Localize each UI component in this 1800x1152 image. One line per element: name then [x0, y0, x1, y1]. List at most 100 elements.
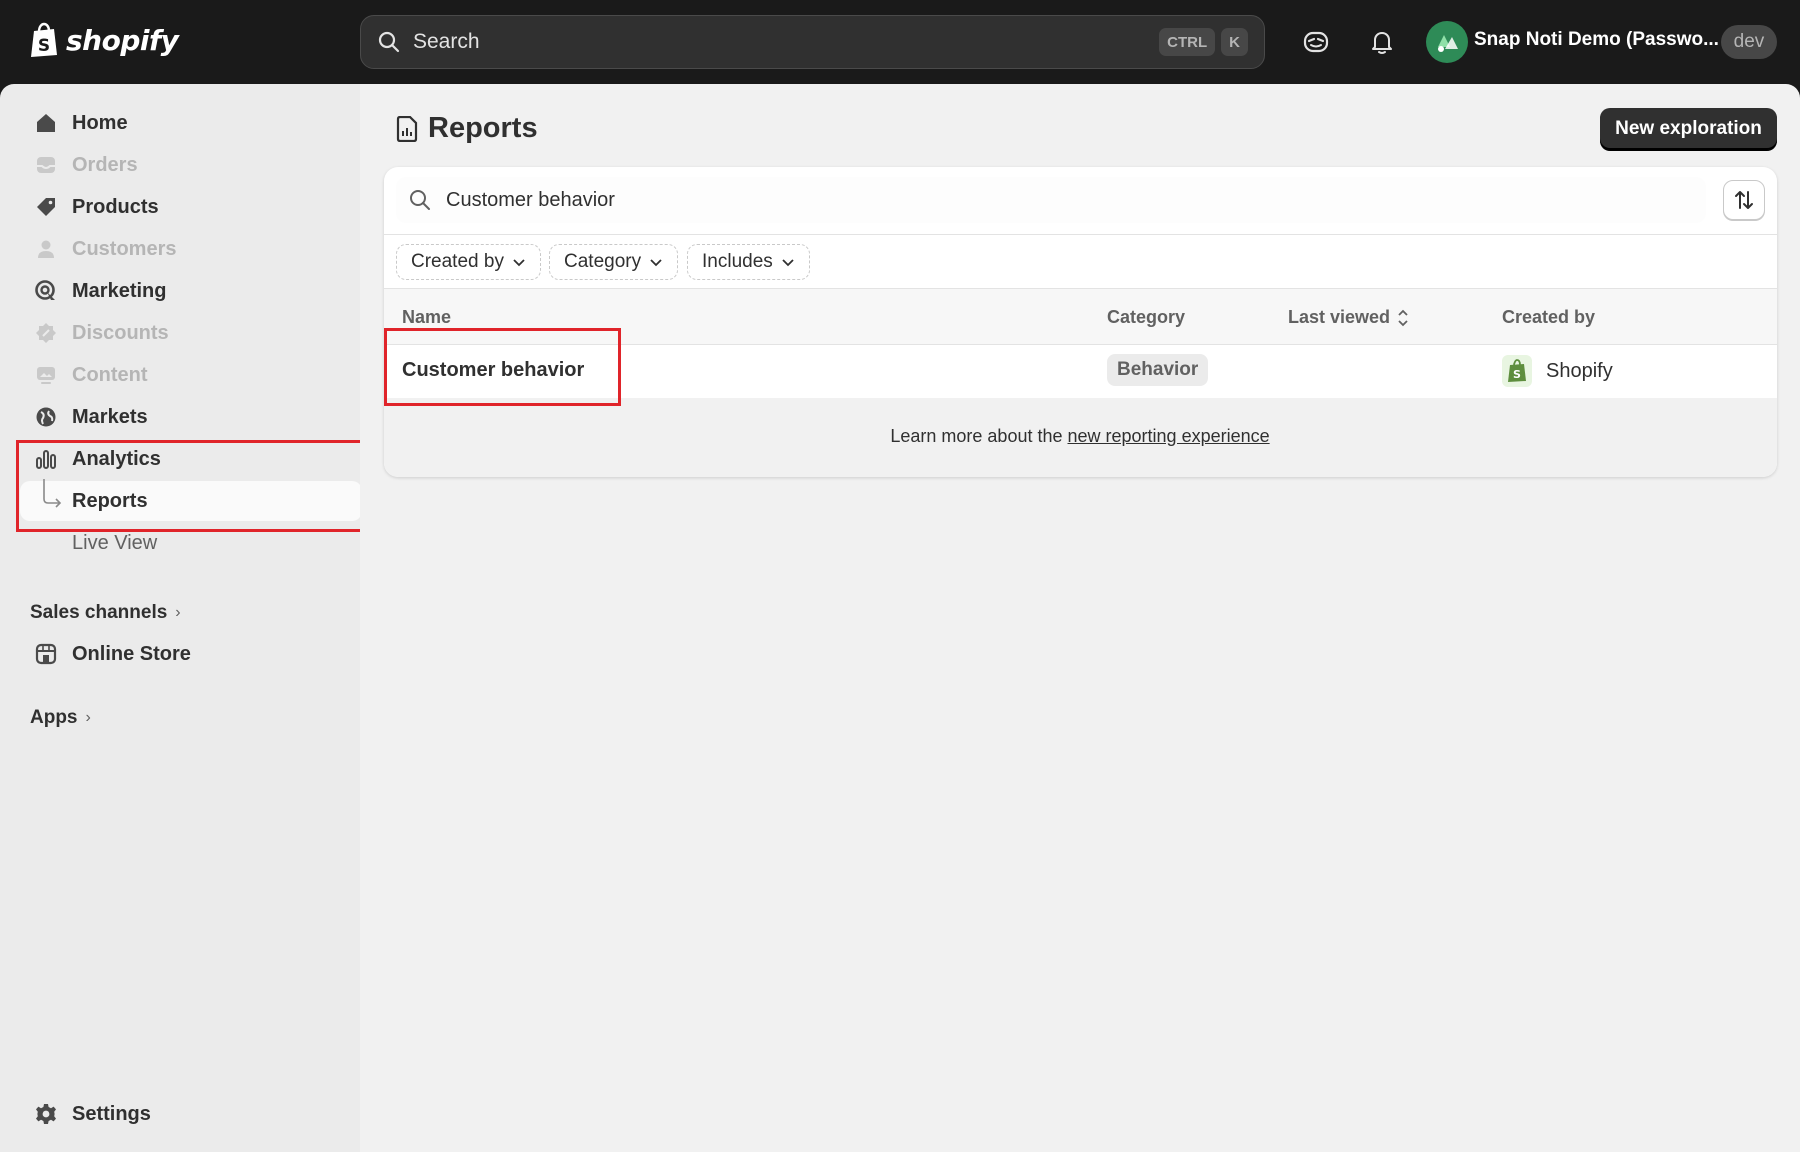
image-icon: [37, 367, 55, 384]
sidebar-item-analytics[interactable]: Analytics: [20, 439, 362, 479]
sidebar-item-label: Discounts: [72, 321, 169, 344]
inbox-icon: [37, 157, 55, 173]
reports-search-input[interactable]: Customer behavior: [396, 177, 1706, 223]
globe-icon: [36, 407, 56, 427]
column-header-label: Category: [1107, 307, 1186, 327]
report-name-link[interactable]: Customer behavior: [402, 359, 584, 382]
category-badge: Behavior: [1107, 354, 1209, 386]
chevron-right-icon: ›: [175, 604, 181, 621]
sidebar-item-label: Products: [72, 195, 159, 218]
sidebar-item-label: Analytics: [72, 447, 161, 470]
sidebar-nav: Home Orders Products Customers Marketing: [0, 84, 362, 1152]
learn-more-prefix: Learn more about the: [890, 426, 1068, 446]
sidebar-item-label: Customers: [72, 237, 177, 260]
report-icon: [396, 115, 418, 142]
person-icon: [38, 240, 54, 258]
column-header-last-viewed[interactable]: Last viewed: [1288, 307, 1410, 328]
tag-icon: [37, 198, 55, 216]
target-icon: [35, 280, 55, 300]
store-avatar-icon[interactable]: [1426, 21, 1468, 63]
store-name[interactable]: Snap Noti Demo (Passwo...: [1474, 29, 1719, 51]
sidebar-item-home[interactable]: Home: [20, 103, 362, 143]
tree-branch-icon: [43, 479, 62, 508]
sidebar-item-markets[interactable]: Markets: [20, 397, 362, 437]
global-search-bar[interactable]: Search CTRL K: [360, 15, 1265, 69]
new-reporting-experience-link[interactable]: new reporting experience: [1068, 426, 1270, 446]
gear-icon: [36, 1104, 56, 1124]
bar-chart-icon: [36, 450, 56, 469]
sidebar-subitem-label: Reports: [72, 489, 148, 512]
chevron-down-icon: [782, 259, 794, 267]
sidebar-subitem-live-view[interactable]: Live View: [20, 523, 362, 563]
filter-created-by[interactable]: Created by: [396, 244, 541, 280]
sort-icon: [1735, 191, 1753, 209]
apps-heading[interactable]: Apps ›: [30, 707, 91, 729]
sales-channels-label: Sales channels: [30, 602, 168, 623]
column-header-name[interactable]: Name: [402, 307, 451, 328]
search-placeholder: Search: [413, 30, 480, 53]
chevron-down-icon: [650, 259, 662, 267]
sidebar-item-label: Online Store: [72, 642, 191, 665]
sort-button[interactable]: [1723, 180, 1765, 220]
top-bar: S shopify Search CTRL K Snap Noti Demo (…: [0, 0, 1800, 84]
chevron-down-icon: [513, 259, 525, 267]
sidebar-item-label: Marketing: [72, 279, 167, 302]
shortcut-key-k: K: [1221, 28, 1248, 56]
bell-icon[interactable]: [1368, 28, 1396, 56]
sidebar-item-discounts[interactable]: Discounts: [20, 313, 362, 353]
discount-icon: [36, 323, 56, 343]
logo-text: shopify: [66, 23, 179, 57]
sidekick-icon[interactable]: [1302, 28, 1330, 56]
home-icon: [37, 114, 55, 132]
new-exploration-button[interactable]: New exploration: [1600, 108, 1777, 150]
creator-name: Shopify: [1546, 359, 1613, 382]
sales-channels-heading[interactable]: Sales channels ›: [30, 602, 181, 624]
shopify-bag-icon: S: [31, 22, 57, 57]
sidebar-item-orders[interactable]: Orders: [20, 145, 362, 185]
column-header-created-by[interactable]: Created by: [1502, 307, 1595, 328]
sidebar-item-products[interactable]: Products: [20, 187, 362, 227]
shopify-bag-icon: S: [1502, 355, 1532, 387]
column-header-label: Last viewed: [1288, 307, 1391, 327]
created-by-cell: S Shopify: [1502, 355, 1613, 387]
sidebar-item-label: Content: [72, 363, 148, 386]
column-header-label: Created by: [1502, 307, 1596, 327]
main-content: Reports New exploration Customer behavio…: [360, 84, 1800, 1152]
column-header-category[interactable]: Category: [1107, 307, 1185, 328]
sidebar-item-content[interactable]: Content: [20, 355, 362, 395]
sidebar-item-settings[interactable]: Settings: [20, 1094, 362, 1134]
reports-search-row: Customer behavior: [384, 167, 1777, 235]
sidebar-item-label: Home: [72, 111, 128, 134]
svg-text:S: S: [38, 36, 50, 56]
store-avatar-graphic: [1438, 35, 1458, 52]
sidebar-item-marketing[interactable]: Marketing: [20, 271, 362, 311]
sidebar-item-label: Orders: [72, 153, 138, 176]
table-header: Name Category Last viewed Created by: [384, 289, 1777, 345]
sidebar-item-label: Settings: [72, 1102, 151, 1125]
shopify-logo[interactable]: S shopify: [28, 22, 179, 58]
env-badge: dev: [1721, 25, 1777, 59]
column-header-label: Name: [402, 307, 452, 327]
filter-includes[interactable]: Includes: [687, 244, 810, 280]
filter-bar: Created by Category Includes: [384, 235, 1777, 289]
table-row[interactable]: Customer behavior Behavior S Shopify: [384, 345, 1777, 398]
storefront-icon: [35, 643, 57, 665]
sidebar-item-customers[interactable]: Customers: [20, 229, 362, 269]
apps-label: Apps: [30, 707, 78, 728]
filter-label: Created by: [411, 251, 504, 272]
search-icon: [378, 31, 400, 53]
search-icon: [410, 190, 430, 210]
learn-more-text: Learn more about the new reporting exper…: [360, 426, 1800, 447]
sort-toggle-icon: [1398, 309, 1408, 326]
search-input-value: Customer behavior: [446, 188, 615, 211]
filter-label: Includes: [702, 251, 773, 272]
sidebar-subitem-label: Live View: [72, 531, 158, 554]
filter-category[interactable]: Category: [549, 244, 679, 280]
svg-text:S: S: [1513, 368, 1521, 381]
sidebar-item-online-store[interactable]: Online Store: [20, 634, 362, 674]
filter-label: Category: [564, 251, 642, 272]
page-title-text: Reports: [428, 112, 538, 144]
sidebar-item-label: Markets: [72, 405, 148, 428]
shortcut-key-ctrl: CTRL: [1159, 28, 1216, 56]
sidebar-subitem-reports[interactable]: Reports: [20, 479, 362, 521]
